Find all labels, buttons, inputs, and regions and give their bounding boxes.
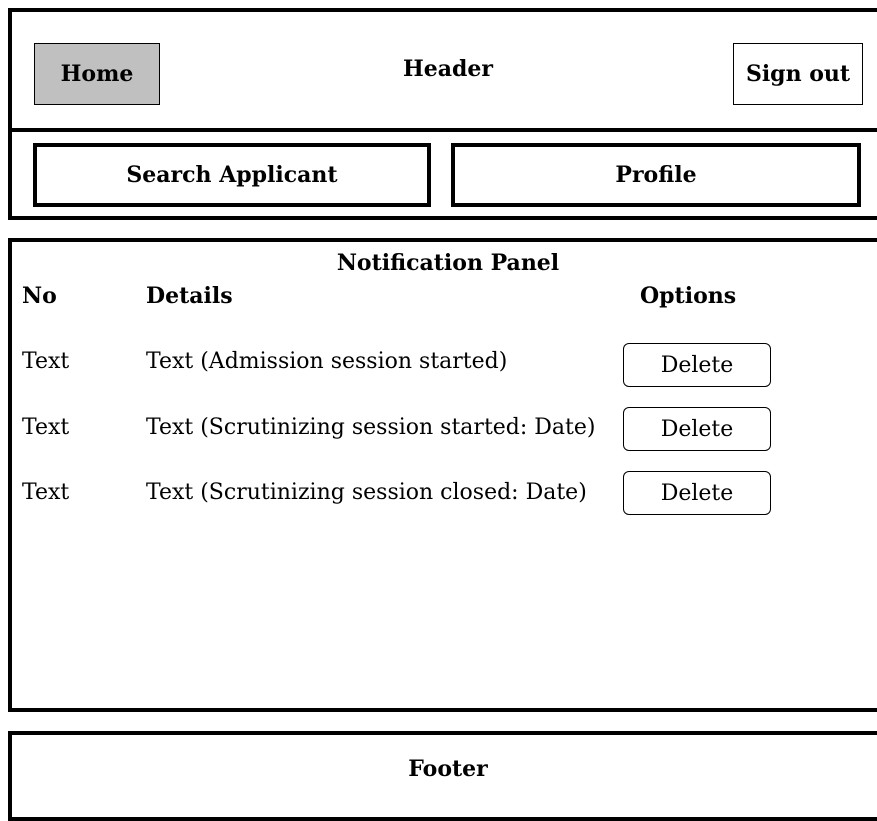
footer-title: Footer xyxy=(408,756,488,782)
delete-button[interactable]: Delete xyxy=(623,343,771,387)
row-details: Text (Admission session started) xyxy=(146,349,508,374)
row-details: Text (Scrutinizing session closed: Date) xyxy=(146,480,587,505)
column-header-no: No xyxy=(22,283,57,309)
row-no: Text xyxy=(22,349,70,374)
header-divider xyxy=(8,128,877,132)
home-button[interactable]: Home xyxy=(34,43,160,105)
sign-out-button[interactable]: Sign out xyxy=(733,43,863,105)
profile-button[interactable]: Profile xyxy=(451,143,861,207)
header-title: Header xyxy=(402,56,493,82)
column-header-details: Details xyxy=(146,283,233,309)
search-applicant-button[interactable]: Search Applicant xyxy=(33,143,431,207)
delete-button[interactable]: Delete xyxy=(623,471,771,515)
row-no: Text xyxy=(22,480,70,505)
row-details: Text (Scrutinizing session started: Date… xyxy=(146,415,596,440)
delete-button[interactable]: Delete xyxy=(623,407,771,451)
panel-title: Notification Panel xyxy=(336,250,560,276)
row-no: Text xyxy=(22,415,70,440)
column-header-options: Options xyxy=(640,283,737,309)
